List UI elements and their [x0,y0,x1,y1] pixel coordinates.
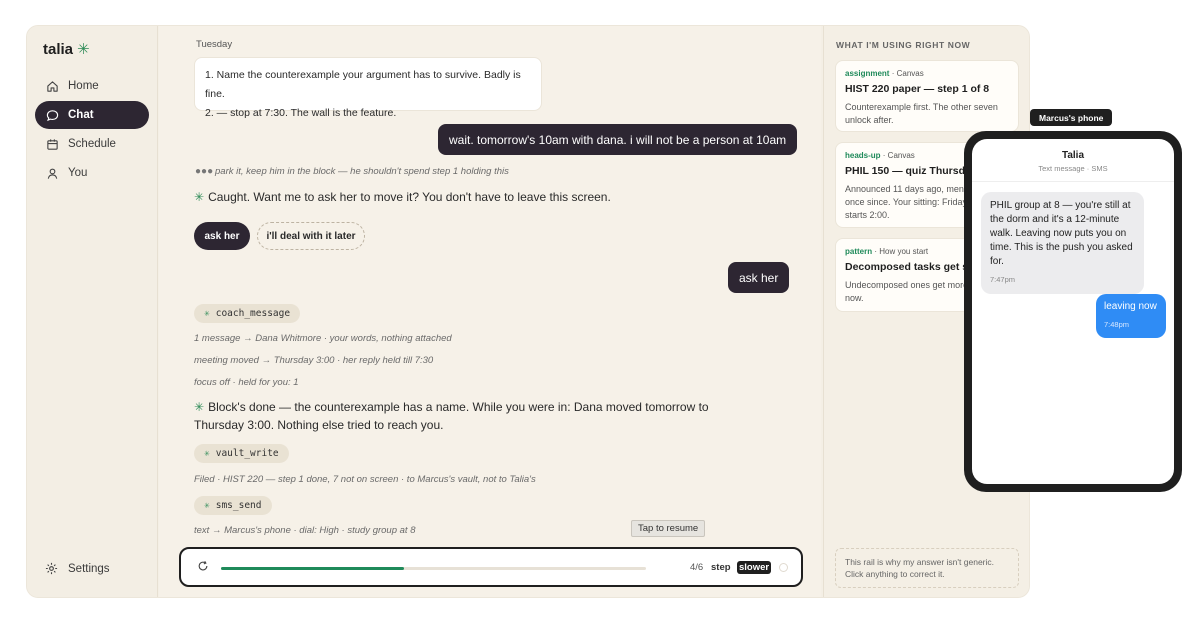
slower-button[interactable]: slower [737,561,772,574]
sidebar-item-settings[interactable]: Settings [35,556,149,582]
tool-chip-label: sms_send [215,500,262,511]
sms-timestamp: 7:48pm [1104,320,1130,329]
tool-note: focus off · held for you: 1 [194,377,299,388]
user-message: wait. tomorrow's 10am with dana. i will … [438,124,798,155]
tool-chip-vault-write[interactable]: ✳ vault_write [194,444,289,463]
sidebar-item-chat[interactable]: Chat [35,101,149,129]
phone-screen: Talia Text message · SMS PHIL group at 8… [972,139,1174,484]
sms-subtitle: Text message · SMS [1038,164,1108,173]
sms-outgoing: leaving now 7:48pm [1096,294,1166,338]
assistant-steps-card: 1. Name the counterexample your argument… [194,57,542,119]
playback-bar: 4/6 step slower [179,547,803,587]
card-tag: assignment · Canvas [845,69,924,78]
user-icon [45,166,59,180]
sms-outgoing-text: leaving now [1104,301,1157,312]
restart-icon[interactable] [197,560,211,574]
tool-note: Filed · HIST 220 — step 1 done, 7 not on… [194,474,536,485]
tool-note: text → Marcus's phone · dial: High · stu… [194,525,416,536]
sms-contact-name: Talia [1061,150,1085,161]
sidebar-item-label: Schedule [68,138,116,150]
sidebar-item-home[interactable]: Home [35,72,149,100]
rail-title: WHAT I'M USING RIGHT NOW [836,40,971,50]
app-window: talia ✳ Home Chat Schedule You Settings … [26,25,1030,598]
chat-pane: Tuesday 1. Name the counterexample your … [159,26,821,597]
brand-star-icon: ✳ [77,41,90,58]
thinking-dots-icon: ●●● [195,166,214,177]
phone-label: Marcus's phone [1030,109,1113,126]
speed-indicator-icon[interactable] [779,563,788,572]
assistant-message-text: Caught. Want me to ask her to move it? Y… [208,190,611,204]
sidebar-item-label: You [68,167,88,179]
tool-star-icon: ✳ [204,448,210,459]
card-title: HIST 220 paper — step 1 of 8 [845,83,990,95]
home-icon [45,79,59,93]
rail-card-assignment[interactable]: assignment · Canvas HIST 220 paper — ste… [835,60,1019,132]
tool-chip-coach-message[interactable]: ✳ coach_message [194,304,301,323]
tool-chip-label: vault_write [215,448,279,459]
settings-label: Settings [68,563,110,575]
progress-fill [221,567,404,570]
sidebar-item-label: Home [68,80,99,92]
sms-header: Talia Text message · SMS [972,139,1174,182]
tool-chip-label: coach_message [215,308,291,319]
thinking-note: park it, keep him in the block — he shou… [215,166,509,177]
list-item: 1. Name the counterexample your argument… [205,69,521,100]
brand-logo: talia ✳ [43,40,90,58]
progress-track[interactable] [221,567,646,570]
rail-footer-note: This rail is why my answer isn't generic… [835,548,1019,588]
user-message: ask her [728,262,790,293]
sidebar-item-label: Chat [68,109,94,121]
list-item: 2. — stop at 7:30. The wall is the featu… [205,107,397,119]
sidebar-item-schedule[interactable]: Schedule [35,130,149,158]
brand-name: talia [43,41,74,58]
gear-icon [45,562,59,576]
step-button[interactable]: step [711,562,731,573]
tool-star-icon: ✳ [204,308,210,319]
assistant-message-text: Block's done — the counterexample has a … [194,400,709,432]
tool-chip-sms-send[interactable]: ✳ sms_send [194,496,272,515]
assistant-message: ✳ Block's done — the counterexample has a… [194,398,714,434]
assistant-message: ✳ Caught. Want me to ask her to move it? … [194,188,611,206]
tool-note: 1 message → Dana Whitmore · your words, … [194,333,452,344]
ask-her-button[interactable]: ask her [194,222,250,250]
chat-bubble-icon [45,108,59,122]
talia-star-icon: ✳ [194,400,205,414]
deal-later-button[interactable]: i'll deal with it later [257,222,365,250]
tool-star-icon: ✳ [204,500,210,511]
sidebar-item-you[interactable]: You [35,159,149,187]
resume-tooltip: Tap to resume [631,520,706,537]
talia-star-icon: ✳ [194,190,205,204]
sms-timestamp: 7:47pm [990,275,1016,284]
phone-mockup: Talia Text message · SMS PHIL group at 8… [964,131,1182,492]
tool-note: meeting moved → Thursday 3:00 · her repl… [194,355,434,366]
sms-incoming-text: PHIL group at 8 — you're still at the do… [990,200,1133,267]
calendar-icon [45,137,59,151]
step-counter: 4/6 [690,562,704,573]
day-divider: Tuesday [196,39,233,50]
sidebar: talia ✳ Home Chat Schedule You Settings [27,26,158,597]
sms-incoming: PHIL group at 8 — you're still at the do… [981,192,1144,294]
card-desc: Counterexample first. The other seven un… [845,102,998,125]
